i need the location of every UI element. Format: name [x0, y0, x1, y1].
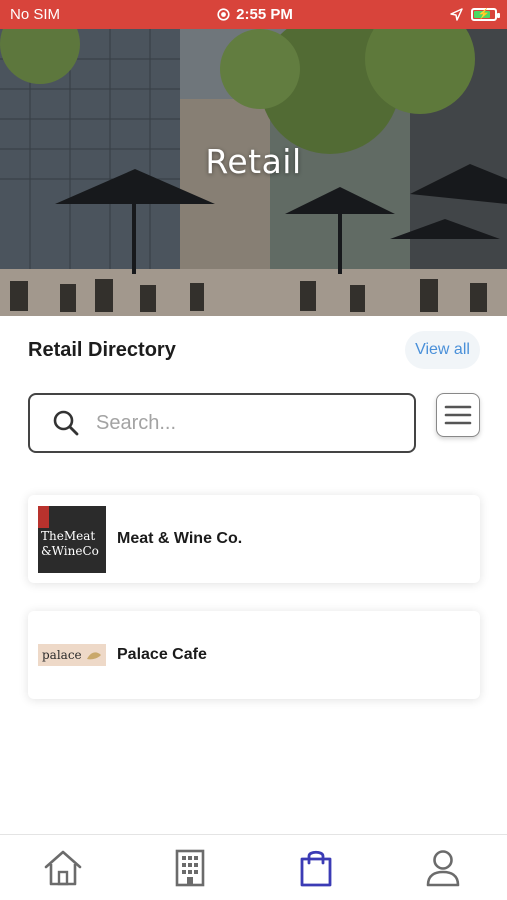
retailer-name: Palace Cafe: [117, 646, 207, 663]
retailer-card-meat-wine[interactable]: TheMeat &WineCo Meat & Wine Co.: [28, 495, 480, 583]
logo-text: palace: [42, 648, 82, 662]
retailer-logo: palace: [38, 644, 106, 666]
hero-banner: Retail: [0, 29, 507, 316]
retailer-card-palace-cafe[interactable]: palace Palace Cafe: [28, 611, 480, 699]
profile-icon: [426, 850, 460, 887]
page-title: Retail: [205, 142, 302, 181]
retailer-name: Meat & Wine Co.: [117, 530, 243, 547]
carrier-label: No SIM: [10, 6, 61, 23]
battery-icon: ⚡: [471, 8, 500, 21]
logo-text-line1: TheMeat: [41, 529, 96, 543]
building-icon: [175, 849, 205, 887]
home-icon: [44, 850, 82, 886]
nav-home[interactable]: [40, 845, 86, 891]
nav-profile[interactable]: [420, 845, 466, 891]
search-input[interactable]: [96, 411, 376, 435]
nav-retail[interactable]: [293, 845, 339, 891]
status-right: ⚡: [450, 8, 500, 21]
hamburger-menu-icon: [444, 405, 472, 425]
bottom-nav: [0, 834, 507, 900]
shopping-bag-icon: [300, 850, 332, 887]
logo-text-line2: &WineCo: [41, 544, 99, 558]
status-center: 2:55 PM: [217, 6, 293, 23]
recording-icon: [217, 8, 230, 21]
palace-leaf-icon: [87, 652, 101, 660]
nav-buildings[interactable]: [167, 845, 213, 891]
search-box[interactable]: [28, 393, 416, 453]
location-icon: [450, 8, 463, 21]
clock: 2:55 PM: [236, 6, 293, 23]
retailer-logo: TheMeat &WineCo: [38, 505, 106, 573]
search-icon: [53, 410, 79, 436]
view-all-button[interactable]: View all: [405, 331, 480, 369]
section-title: Retail Directory: [28, 339, 176, 361]
status-bar: No SIM 2:55 PM ⚡: [0, 0, 507, 29]
filter-menu-button[interactable]: [436, 393, 480, 437]
